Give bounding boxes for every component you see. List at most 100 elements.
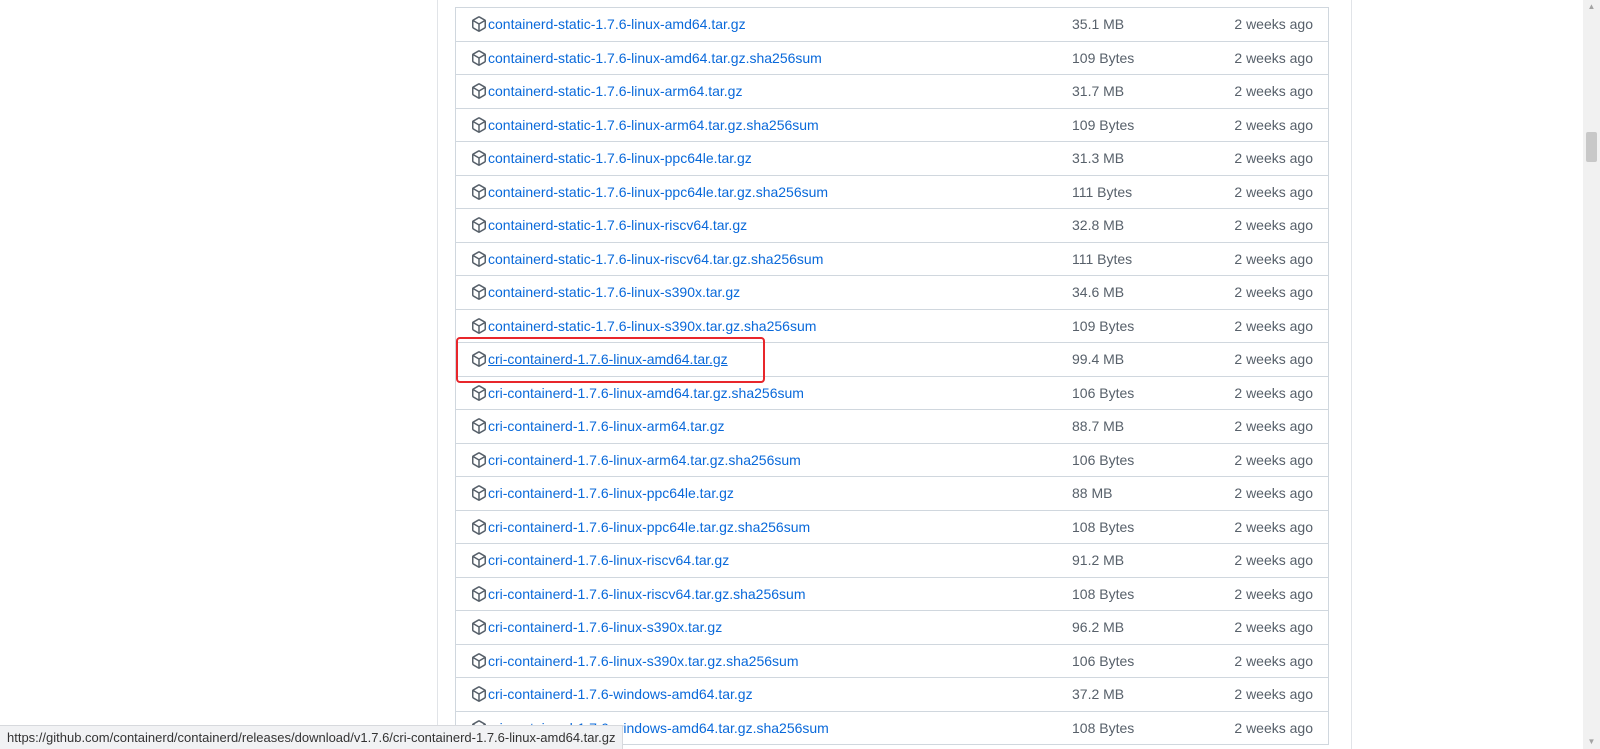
asset-row: cri-containerd-1.7.6-linux-s390x.tar.gz.… [456,643,1328,678]
asset-updated-time: 2 weeks ago [1234,183,1313,200]
link-preview-status-bar: https://github.com/containerd/containerd… [0,725,624,749]
asset-download-link[interactable]: cri-containerd-1.7.6-linux-s390x.tar.gz.… [471,651,799,671]
asset-row: containerd-static-1.7.6-linux-amd64.tar.… [456,7,1328,41]
asset-download-link[interactable]: cri-containerd-1.7.6-windows-amd64.tar.g… [471,684,753,704]
package-icon [471,585,487,602]
package-icon [471,183,487,200]
asset-updated-time: 2 weeks ago [1234,451,1313,468]
asset-download-link[interactable]: containerd-static-1.7.6-linux-amd64.tar.… [471,14,746,34]
browser-page: containerd-static-1.7.6-linux-amd64.tar.… [0,0,1600,749]
asset-download-link[interactable]: cri-containerd-1.7.6-linux-riscv64.tar.g… [471,550,729,570]
asset-download-link[interactable]: containerd-static-1.7.6-linux-ppc64le.ta… [471,182,828,202]
asset-name: containerd-static-1.7.6-linux-riscv64.ta… [488,217,748,233]
package-icon [471,552,487,568]
scroll-down-arrow-icon[interactable]: ▼ [1583,735,1600,749]
asset-row: cri-containerd-1.7.6-linux-amd64.tar.gz.… [456,375,1328,410]
asset-download-link[interactable]: containerd-static-1.7.6-linux-s390x.tar.… [471,282,740,302]
asset-row: cri-containerd-1.7.6-linux-arm64.tar.gz.… [456,442,1328,477]
package-icon [471,116,487,133]
package-icon [471,384,487,401]
asset-row: cri-containerd-1.7.6-linux-amd64.tar.gz 9… [456,342,1328,376]
asset-name: containerd-static-1.7.6-linux-amd64.tar.… [488,49,822,66]
asset-download-link[interactable]: cri-containerd-1.7.6-linux-ppc64le.tar.g… [471,517,810,537]
asset-row: containerd-static-1.7.6-linux-riscv64.ta… [456,241,1328,276]
asset-name: cri-containerd-1.7.6-linux-s390x.tar.gz.… [488,652,799,669]
asset-name: cri-containerd-1.7.6-linux-riscv64.tar.g… [488,585,806,602]
asset-updated-time: 2 weeks ago [1234,619,1313,635]
asset-size: 99.4 MB [1072,351,1125,367]
asset-size: 108 Bytes [1072,585,1135,602]
asset-size: 108 Bytes [1072,518,1135,535]
package-icon [471,83,487,99]
asset-row: cri-containerd-1.7.6-linux-riscv64.tar.g… [456,543,1328,577]
asset-name: containerd-static-1.7.6-linux-s390x.tar.… [488,284,741,300]
asset-name: cri-containerd-1.7.6-linux-arm64.tar.gz [488,418,725,434]
asset-name: cri-containerd-1.7.6-linux-ppc64le.tar.g… [488,518,811,535]
asset-name: cri-containerd-1.7.6-linux-amd64.tar.gz [488,351,728,367]
asset-download-link[interactable]: cri-containerd-1.7.6-linux-riscv64.tar.g… [471,584,805,604]
asset-row: containerd-static-1.7.6-linux-s390x.tar.… [456,308,1328,343]
asset-download-link[interactable]: cri-containerd-1.7.6-linux-s390x.tar.gz [471,617,722,637]
asset-size: 34.6 MB [1072,284,1125,300]
asset-updated-time: 2 weeks ago [1234,518,1313,535]
asset-download-link[interactable]: containerd-static-1.7.6-linux-s390x.tar.… [471,316,816,336]
asset-name: containerd-static-1.7.6-linux-ppc64le.ta… [488,183,829,200]
package-icon [471,217,487,233]
asset-size: 108 Bytes [1072,719,1135,736]
package-icon [471,451,487,468]
asset-download-link[interactable]: containerd-static-1.7.6-linux-riscv64.ta… [471,215,747,235]
package-icon [471,418,487,434]
asset-download-link[interactable]: cri-containerd-1.7.6-linux-ppc64le.tar.g… [471,483,734,503]
asset-download-link[interactable]: containerd-static-1.7.6-linux-riscv64.ta… [471,249,823,269]
asset-name: containerd-static-1.7.6-linux-amd64.tar.… [488,16,746,32]
asset-size: 88 MB [1072,485,1113,501]
asset-row: containerd-static-1.7.6-linux-arm64.tar.… [456,107,1328,142]
package-icon [471,250,487,267]
asset-size: 31.7 MB [1072,83,1125,99]
asset-row: containerd-static-1.7.6-linux-ppc64le.ta… [456,141,1328,175]
asset-size: 96.2 MB [1072,619,1125,635]
asset-updated-time: 2 weeks ago [1234,250,1313,267]
asset-download-link[interactable]: containerd-static-1.7.6-linux-ppc64le.ta… [471,148,752,168]
asset-updated-time: 2 weeks ago [1234,116,1313,133]
asset-name: cri-containerd-1.7.6-linux-amd64.tar.gz.… [488,384,804,401]
package-icon [471,49,487,66]
asset-row: containerd-static-1.7.6-linux-s390x.tar.… [456,275,1328,309]
vertical-scrollbar[interactable]: ▲ ▼ [1583,0,1600,749]
asset-download-link[interactable]: containerd-static-1.7.6-linux-arm64.tar.… [471,81,742,101]
asset-name: cri-containerd-1.7.6-linux-s390x.tar.gz [488,619,723,635]
asset-row: containerd-static-1.7.6-linux-ppc64le.ta… [456,174,1328,209]
asset-download-link[interactable]: cri-containerd-1.7.6-linux-amd64.tar.gz [471,349,728,369]
asset-download-link[interactable]: cri-containerd-1.7.6-linux-arm64.tar.gz [471,416,725,436]
asset-size: 88.7 MB [1072,418,1125,434]
asset-size: 106 Bytes [1072,384,1135,401]
asset-row: cri-containerd-1.7.6-linux-s390x.tar.gz 9… [456,610,1328,644]
asset-name: containerd-static-1.7.6-linux-s390x.tar.… [488,317,817,334]
asset-updated-time: 2 weeks ago [1234,719,1313,736]
scroll-up-arrow-icon[interactable]: ▲ [1583,0,1600,14]
asset-updated-time: 2 weeks ago [1234,585,1313,602]
scrollbar-thumb[interactable] [1586,132,1597,162]
asset-name: cri-containerd-1.7.6-linux-ppc64le.tar.g… [488,485,734,501]
asset-updated-time: 2 weeks ago [1234,485,1313,501]
asset-updated-time: 2 weeks ago [1234,418,1313,434]
asset-size: 31.3 MB [1072,150,1125,166]
package-icon [471,317,487,334]
asset-size: 106 Bytes [1072,451,1135,468]
asset-updated-time: 2 weeks ago [1234,49,1313,66]
asset-download-link[interactable]: containerd-static-1.7.6-linux-amd64.tar.… [471,48,822,68]
package-icon [471,619,487,635]
package-icon [471,686,487,702]
asset-updated-time: 2 weeks ago [1234,16,1313,32]
asset-name: containerd-static-1.7.6-linux-arm64.tar.… [488,116,819,133]
package-icon [471,284,487,300]
asset-updated-time: 2 weeks ago [1234,351,1313,367]
asset-row: cri-containerd-1.7.6-windows-amd64.tar.g… [456,677,1328,711]
asset-download-link[interactable]: cri-containerd-1.7.6-linux-amd64.tar.gz.… [471,383,804,403]
asset-name: containerd-static-1.7.6-linux-arm64.tar.… [488,83,743,99]
asset-download-link[interactable]: cri-containerd-1.7.6-linux-arm64.tar.gz.… [471,450,801,470]
asset-download-link[interactable]: containerd-static-1.7.6-linux-arm64.tar.… [471,115,819,135]
asset-size: 37.2 MB [1072,686,1125,702]
asset-updated-time: 2 weeks ago [1234,384,1313,401]
asset-size: 91.2 MB [1072,552,1125,568]
